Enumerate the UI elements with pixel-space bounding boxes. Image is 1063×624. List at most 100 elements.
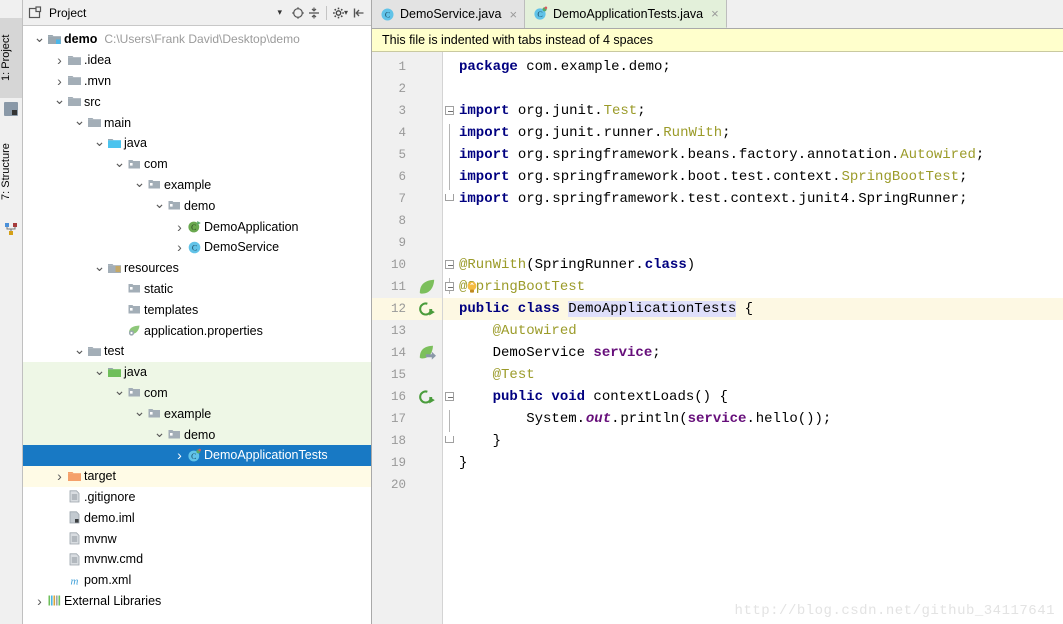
spring-bean-leaf-icon[interactable] [418, 278, 436, 296]
project-view-icon [27, 5, 43, 21]
tree-row-main[interactable]: ⌄ main [23, 112, 371, 133]
tree-row-label: resources [124, 261, 179, 276]
project-icon [4, 102, 18, 116]
tree-row-mvnw[interactable]: mvnw [23, 528, 371, 549]
tree-row-com[interactable]: ⌄ com [23, 382, 371, 404]
tree-row--idea[interactable]: › .idea [23, 50, 371, 71]
tree-row-example[interactable]: ⌄ example [23, 175, 371, 196]
tree-row-label: application.properties [144, 323, 263, 338]
tree-row-java[interactable]: ⌄ java [23, 133, 371, 154]
editor-tab-demoapplicationtests[interactable]: C DemoApplicationTests.java × [525, 0, 727, 28]
tree-row-mvnw-cmd[interactable]: mvnw.cmd [23, 549, 371, 570]
package-icon [126, 157, 143, 172]
tool-button-project[interactable]: 1: Project [0, 18, 22, 98]
tree-row-demoapplicationtests[interactable]: › C DemoApplicationTests [23, 444, 371, 466]
close-icon[interactable]: × [711, 7, 719, 20]
chevron-down-icon[interactable]: ⌄ [53, 92, 66, 107]
tree-row-src[interactable]: ⌄ src [23, 91, 371, 112]
chevron-down-icon[interactable]: ⌄ [153, 196, 166, 211]
code-fold-marker-box[interactable] [445, 392, 454, 401]
intention-lightbulb-icon[interactable] [465, 280, 479, 294]
chevron-down-icon[interactable]: ⌄ [93, 259, 106, 274]
tree-row-label: java [124, 365, 147, 380]
chevron-down-icon[interactable]: ⌄ [113, 155, 126, 170]
chevron-right-icon[interactable]: › [173, 448, 186, 462]
line-number: 20 [390, 478, 406, 492]
project-tree[interactable]: ⌄ demo C:\Users\Frank David\Desktop\demo ›.… [23, 26, 371, 624]
tree-row-test[interactable]: ⌄ test [23, 341, 371, 362]
file-icon [66, 531, 83, 546]
chevron-down-icon[interactable]: ⌄ [133, 175, 146, 190]
code-editor[interactable]: 1 2 3 4 5 6 7 8 9 10 11 12 13 14 15 16 17 18 19 20 package … [372, 52, 1063, 624]
code-fold-marker-bottom[interactable] [445, 436, 454, 443]
hide-panel-icon[interactable] [351, 5, 367, 21]
line-number: 13 [390, 324, 406, 338]
tree-row-label: DemoApplicationTests [204, 448, 328, 463]
run-test-method-icon[interactable] [418, 388, 436, 406]
run-test-class-icon[interactable] [418, 300, 436, 318]
chevron-down-icon[interactable]: ⌄ [73, 342, 86, 357]
package-icon [166, 427, 183, 442]
tree-row-demo[interactable]: ⌄ demo [23, 195, 371, 216]
chevron-down-icon[interactable]: ⌄ [33, 30, 46, 45]
close-icon[interactable]: × [509, 8, 517, 21]
chevron-right-icon[interactable]: › [53, 469, 66, 483]
gear-dropdown-caret-icon[interactable]: ▾ [344, 8, 348, 17]
tool-button-structure[interactable]: 7: Structure [0, 126, 22, 218]
chevron-down-icon[interactable]: ⌄ [133, 404, 146, 419]
tree-row-external-libraries[interactable]: › External Libraries [23, 591, 371, 612]
chevron-down-icon[interactable]: ⌄ [73, 113, 86, 128]
chevron-down-icon[interactable]: ⌄ [113, 383, 126, 398]
chevron-right-icon[interactable]: › [173, 240, 186, 254]
tree-row-templates[interactable]: templates [23, 299, 371, 320]
chevron-down-icon[interactable]: ▾ [277, 7, 282, 18]
tree-row-application-properties[interactable]: application.properties [23, 320, 371, 341]
folder-icon [66, 73, 83, 88]
tree-row-demoapplication[interactable]: › C DemoApplication [23, 216, 371, 237]
file-icon [66, 552, 83, 567]
tree-row--mvn[interactable]: › .mvn [23, 71, 371, 92]
tree-row-demo[interactable]: ⌄ demo C:\Users\Frank David\Desktop\demo [23, 29, 371, 50]
tree-row-pom-xml[interactable]: m pom.xml [23, 570, 371, 591]
chevron-right-icon[interactable]: › [33, 594, 46, 608]
chevron-right-icon[interactable]: › [53, 74, 66, 88]
spring-bean-autowired-icon[interactable] [418, 344, 436, 362]
line-number: 19 [390, 456, 406, 470]
line-number: 10 [390, 258, 406, 272]
tree-row-demoservice[interactable]: › C DemoService [23, 237, 371, 258]
tree-row-resources[interactable]: ⌄ resources [23, 258, 371, 279]
spring-properties-icon [126, 323, 143, 338]
collapse-all-icon[interactable] [306, 5, 322, 21]
tree-row-label: External Libraries [64, 593, 162, 608]
tree-row-example[interactable]: ⌄ example [23, 403, 371, 425]
tree-row-java[interactable]: ⌄ java [23, 361, 371, 383]
code-line: import org. springframework. test. conte… [459, 191, 968, 207]
code-fold-marker-box[interactable] [445, 282, 454, 291]
test-source-folder-icon [106, 365, 123, 380]
chevron-down-icon[interactable]: ⌄ [93, 134, 106, 149]
chevron-down-icon[interactable]: ⌄ [93, 363, 106, 378]
tree-row-static[interactable]: static [23, 279, 371, 300]
chevron-down-icon[interactable]: ⌄ [153, 425, 166, 440]
chevron-right-icon[interactable]: › [173, 220, 186, 234]
code-fold-marker-box[interactable] [445, 106, 454, 115]
code-fold-marker-box[interactable] [445, 260, 454, 269]
locate-target-icon[interactable] [290, 5, 306, 21]
tree-row-label: demo.iml [84, 510, 135, 525]
tree-row-target[interactable]: › target [23, 465, 371, 487]
editor-tab-demoservice[interactable]: C DemoService.java × [372, 0, 526, 28]
code-fold-marker-bottom[interactable] [445, 194, 454, 201]
tree-row-label: pom.xml [84, 573, 132, 588]
tree-row-demo[interactable]: ⌄ demo [23, 424, 371, 445]
tree-row-label: example [164, 406, 212, 421]
tree-row--gitignore[interactable]: .gitignore [23, 487, 371, 508]
chevron-right-icon[interactable]: › [53, 53, 66, 67]
tree-row-label: target [84, 469, 116, 484]
tree-row-com[interactable]: ⌄ com [23, 154, 371, 175]
tree-row-label: static [144, 281, 174, 296]
tree-row-label: mvnw [84, 531, 117, 546]
tree-row-demo-iml[interactable]: demo.iml [23, 507, 371, 528]
code-text[interactable]: package com. example. demo; import org. j… [443, 52, 1063, 624]
gutter-icon-column[interactable] [412, 52, 443, 624]
package-icon [166, 198, 183, 213]
